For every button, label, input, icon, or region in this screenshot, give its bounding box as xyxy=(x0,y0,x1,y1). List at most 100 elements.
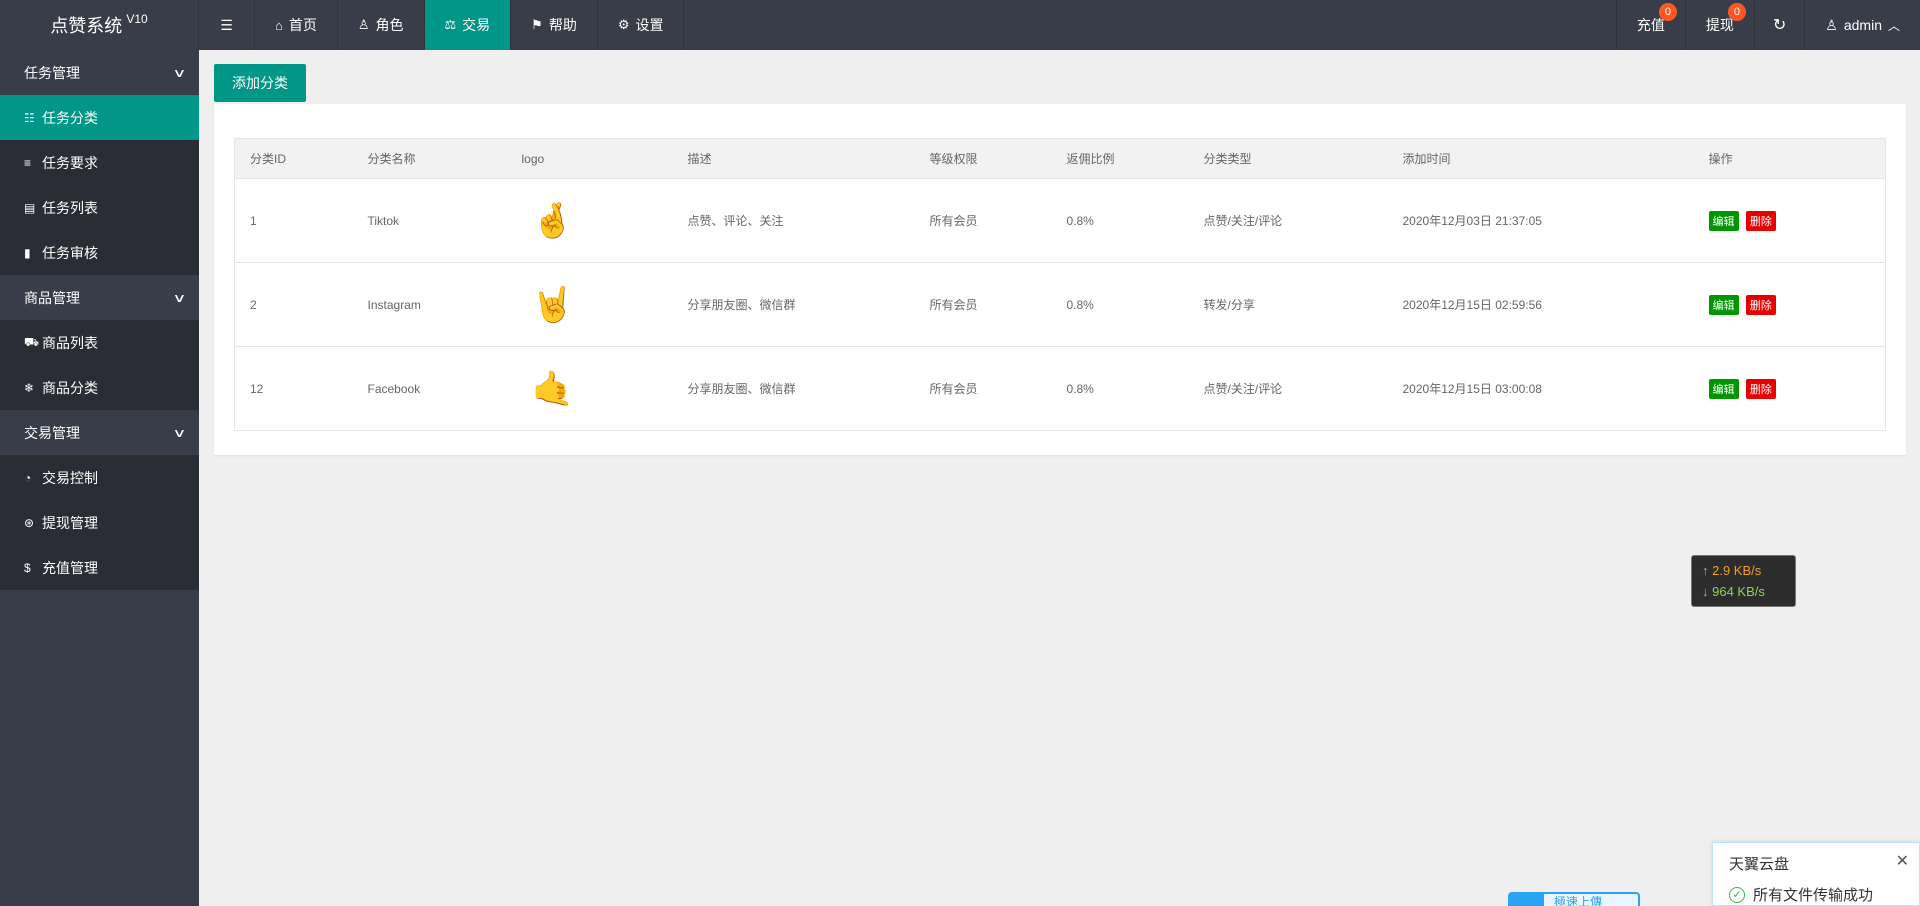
sidebar-group-trade[interactable]: 交易管理 ∨ xyxy=(0,410,199,455)
main-content: 添加分类 分类ID 分类名称 logo 描述 等级权限 返佣比例 分类类型 添加… xyxy=(214,64,1906,455)
upload-icon xyxy=(1510,892,1544,906)
download-speed-value: 964 KB/s xyxy=(1712,584,1765,599)
cell-name: Tiktok xyxy=(352,178,507,263)
nav-label: 设置 xyxy=(635,17,664,33)
nav-label: 交易 xyxy=(462,17,491,33)
nav-item-help[interactable]: ⚑ 帮助 xyxy=(511,0,598,50)
recharge-button[interactable]: 充值 0 xyxy=(1615,0,1685,50)
delete-button[interactable]: 删除 xyxy=(1745,294,1776,315)
edit-button[interactable]: 编辑 xyxy=(1708,378,1739,399)
delete-button[interactable]: 删除 xyxy=(1745,210,1776,231)
chevron-down-icon: ∨ xyxy=(172,65,187,80)
user-icon: ♙ xyxy=(1825,16,1838,33)
sidebar-group-goods[interactable]: 商品管理 ∨ xyxy=(0,275,199,320)
cell-name: Facebook xyxy=(367,381,421,396)
table-row: 12 Facebook 🤙 分享朋友圈、微信群 所有会员 0.8% 点赞/关注/… xyxy=(235,347,1886,431)
withdraw-button[interactable]: 提现 0 xyxy=(1684,0,1754,50)
nav-label: 角色 xyxy=(375,17,404,33)
sidebar-item-label: 任务分类 xyxy=(42,109,98,126)
col-header-id: 分类ID xyxy=(234,138,353,179)
cloud-toast: 天翼云盘 ✕ ✓ 所有文件传输成功 xyxy=(1712,842,1920,906)
cell-type: 转发/分享 xyxy=(1188,262,1388,347)
app-logo[interactable]: 点赞系统 V10 xyxy=(0,0,199,50)
sidebar-group-label: 商品管理 xyxy=(24,289,80,306)
sidebar-item-label: 交易控制 xyxy=(42,469,98,486)
dashboard-icon: ◔ xyxy=(24,470,32,485)
cart-icon: ⛟ xyxy=(24,334,40,349)
app-name: 点赞系统 xyxy=(50,16,123,36)
col-header-level: 等级权限 xyxy=(914,138,1052,179)
category-card: 分类ID 分类名称 logo 描述 等级权限 返佣比例 分类类型 添加时间 操作… xyxy=(214,104,1906,455)
cell-ratio: 0.8% xyxy=(1051,262,1189,347)
sidebar-item-goods-list[interactable]: ⛟ 商品列表 xyxy=(0,320,199,365)
sidebar-item-label: 商品列表 xyxy=(42,334,98,351)
sidebar-submenu: ⛟ 商品列表 ❄ 商品分类 xyxy=(0,320,199,410)
withdraw-badge: 0 xyxy=(1727,3,1746,21)
top-header: 点赞系统V10 ☰ ⌂ 首页 ♙ 角色 ⚖ 交易 ⚑ 帮助 ⚙ 设置 充值 0 xyxy=(0,0,1920,50)
menu-toggle-button[interactable]: ☰ xyxy=(199,0,255,50)
nav-item-trade[interactable]: ⚖ 交易 xyxy=(424,0,512,50)
add-category-button[interactable]: 添加分类 xyxy=(214,64,306,102)
col-header-ratio: 返佣比例 xyxy=(1051,138,1189,179)
menu-toggle-icon: ☰ xyxy=(220,16,233,33)
col-header-type: 分类类型 xyxy=(1188,138,1388,179)
sidebar-item-recharge[interactable]: $ 充值管理 xyxy=(0,545,199,590)
sidebar-group-label: 任务管理 xyxy=(24,64,80,81)
bookmark-icon: ▮ xyxy=(24,245,31,260)
dollar-icon: $ xyxy=(24,560,31,575)
nav-label: 首页 xyxy=(288,17,317,33)
sidebar-item-label: 商品分类 xyxy=(42,379,98,396)
cell-level: 所有会员 xyxy=(914,178,1052,263)
sidebar-item-task-category[interactable]: ☷ 任务分类 xyxy=(0,95,199,140)
nav-item-role[interactable]: ♙ 角色 xyxy=(338,0,425,50)
cell-time: 2020年12月15日 02:59:56 xyxy=(1387,262,1694,347)
home-icon: ⌂ xyxy=(275,17,283,33)
fast-upload-button[interactable]: 極速上傳 xyxy=(1508,892,1640,906)
cell-level: 所有会员 xyxy=(929,382,978,396)
upload-speed-value: 2.9 KB/s xyxy=(1712,563,1762,578)
header-right: 充值 0 提现 0 ↻ ♙ admin ︿ xyxy=(1615,0,1920,50)
sidebar-item-task-requirement[interactable]: ≡ 任务要求 xyxy=(0,140,199,185)
sidebar-item-label: 提现管理 xyxy=(42,514,98,531)
sidebar-item-goods-category[interactable]: ❄ 商品分类 xyxy=(0,365,199,410)
cell-desc: 分享朋友圈、微信群 xyxy=(672,262,915,347)
upload-speed: ↑ 2.9 KB/s xyxy=(1702,560,1785,581)
hand-logo-icon: 🤞 xyxy=(531,201,574,240)
sidebar-item-withdraw[interactable]: ⊛ 提现管理 xyxy=(0,500,199,545)
hand-logo-icon: 🤘 xyxy=(531,285,574,324)
flag-icon: ⚑ xyxy=(531,17,543,32)
cell-desc: 点赞、评论、关注 xyxy=(672,178,915,263)
top-nav: ☰ ⌂ 首页 ♙ 角色 ⚖ 交易 ⚑ 帮助 ⚙ 设置 xyxy=(199,0,685,50)
edit-button[interactable]: 编辑 xyxy=(1708,294,1739,315)
download-speed: ↓ 964 KB/s xyxy=(1702,581,1785,602)
sidebar-item-task-list[interactable]: ▤ 任务列表 xyxy=(0,185,199,230)
cell-ratio: 0.8% xyxy=(1066,381,1094,396)
cell-time: 2020年12月15日 03:00:08 xyxy=(1402,382,1542,396)
user-menu[interactable]: ♙ admin ︿ xyxy=(1804,0,1920,50)
toast-message: 所有文件传输成功 xyxy=(1753,887,1874,904)
sidebar-item-label: 充值管理 xyxy=(42,559,98,576)
check-circle-icon: ✓ xyxy=(1729,886,1745,903)
table-row: 2 Instagram 🤘 分享朋友圈、微信群 所有会员 0.8% 转发/分享 … xyxy=(234,262,1886,347)
close-icon[interactable]: ✕ xyxy=(1896,851,1909,871)
sidebar-group-task[interactable]: 任务管理 ∨ xyxy=(0,50,199,95)
col-header-action: 操作 xyxy=(1693,138,1886,179)
table-header-row: 分类ID 分类名称 logo 描述 等级权限 返佣比例 分类类型 添加时间 操作 xyxy=(234,138,1886,179)
delete-button[interactable]: 删除 xyxy=(1745,378,1776,399)
sidebar-item-task-review[interactable]: ▮ 任务审核 xyxy=(0,230,199,275)
refresh-button[interactable]: ↻ xyxy=(1753,0,1804,50)
chevron-up-icon: ︿ xyxy=(1887,18,1900,33)
nav-item-home[interactable]: ⌂ 首页 xyxy=(255,0,338,50)
network-speed-widget[interactable]: ↑ 2.9 KB/s ↓ 964 KB/s xyxy=(1691,555,1796,607)
snowflake-icon: ❄ xyxy=(24,380,35,395)
cell-name: Instagram xyxy=(352,262,507,347)
sidebar-item-label: 任务列表 xyxy=(42,199,98,216)
user-name: admin xyxy=(1843,17,1882,33)
cell-action: 编辑 删除 xyxy=(1693,262,1886,347)
sidebar: 任务管理 ∨ ☷ 任务分类 ≡ 任务要求 ▤ 任务列表 ▮ 任务审核 商品管理 … xyxy=(0,50,199,906)
edit-button[interactable]: 编辑 xyxy=(1708,210,1739,231)
sidebar-submenu: ☷ 任务分类 ≡ 任务要求 ▤ 任务列表 ▮ 任务审核 xyxy=(0,95,199,275)
sidebar-item-trade-control[interactable]: ◔ 交易控制 xyxy=(0,455,199,500)
cell-id: 1 xyxy=(234,178,353,263)
nav-item-settings[interactable]: ⚙ 设置 xyxy=(598,0,685,50)
